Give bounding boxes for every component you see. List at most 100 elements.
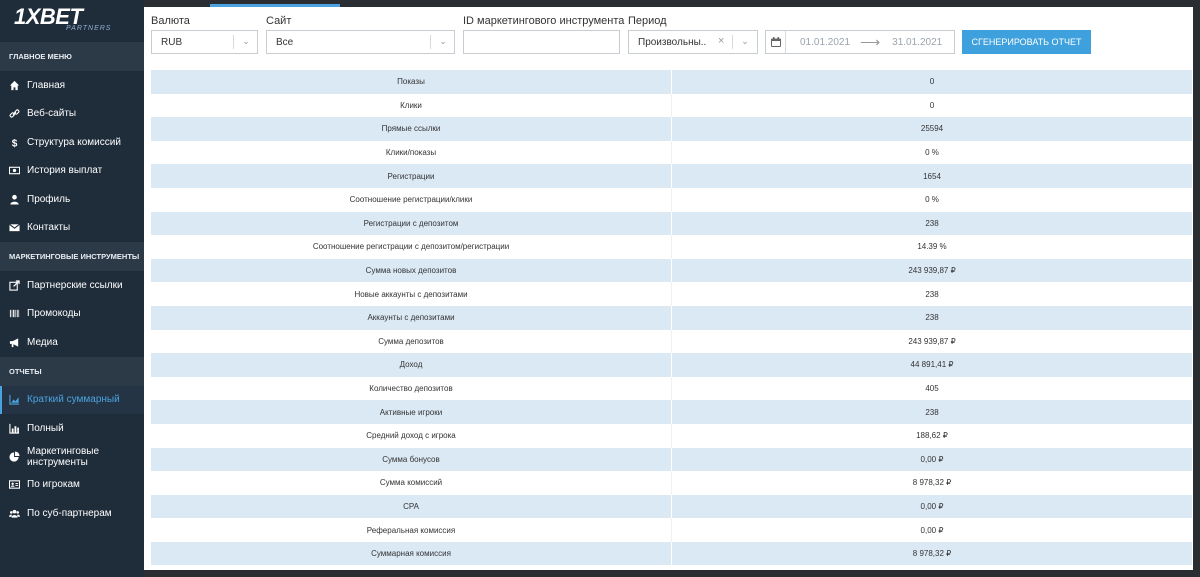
arrow-right-icon: ⟶ (860, 33, 881, 50)
metric-label: Соотношение регистрации/клики (151, 187, 672, 212)
sidebar-item-label: Структура комиссий (27, 136, 121, 148)
sidebar-item-label: Партнерские ссылки (27, 279, 123, 291)
generate-report-button[interactable]: СГЕНЕРИРОВАТЬ ОТЧЕТ (962, 30, 1091, 54)
sidebar-item-area-chart[interactable]: Краткий суммарный (0, 385, 144, 414)
sidebar-item-id-card[interactable]: По игрокам (0, 471, 144, 500)
metric-value: 8 978,32 ₽ (912, 478, 952, 488)
sidebar-item-home[interactable]: Главная (0, 71, 144, 100)
bar-chart-icon (8, 422, 20, 434)
sidebar-item-label: По суб-партнерам (27, 507, 112, 519)
link-icon (8, 108, 20, 120)
site-value: Все (276, 36, 294, 48)
date-from[interactable]: 01.01.2021 (800, 37, 850, 48)
clear-icon[interactable]: × (718, 35, 724, 47)
main-panel: Валюта RUB ⌄ Сайт Все ⌄ ID маркетинговог… (144, 4, 1193, 570)
table-row: Активные игроки 238 (151, 400, 1192, 424)
table-row: Сумма депозитов 243 939,87 ₽ (151, 329, 1192, 354)
table-row: Сумма новых депозитов 243 939,87 ₽ (151, 258, 1192, 283)
metric-label: Показы (151, 70, 672, 94)
metric-label: CPA (151, 494, 672, 519)
metric-value: 243 939,87 ₽ (908, 266, 956, 276)
metric-value: 0 % (925, 195, 939, 205)
metric-value: 0 % (925, 148, 939, 158)
megaphone-icon (8, 336, 20, 348)
table-row: Сумма бонусов 0,00 ₽ (151, 447, 1192, 472)
period-select[interactable]: Произвольны.. × ⌄ (628, 30, 758, 54)
metric-label: Сумма комиссий (151, 471, 672, 495)
period-value: Произвольны.. (638, 36, 707, 48)
metric-value: 405 (925, 384, 939, 394)
metric-value: 44 891,41 ₽ (910, 360, 954, 370)
table-row: Показы 0 (151, 70, 1192, 94)
table-row: Количество депозитов 405 (151, 376, 1192, 401)
metric-label: Сумма новых депозитов (151, 258, 672, 283)
users-icon (8, 507, 20, 519)
period-label: Период (628, 15, 667, 27)
sidebar-item-link[interactable]: Веб-сайты (0, 100, 144, 129)
table-row: Реферальная комиссия 0,00 ₽ (151, 518, 1192, 542)
svg-text:$: $ (11, 138, 17, 147)
calendar-icon[interactable] (766, 31, 786, 53)
table-row: Аккаунты с депозитами 238 (151, 305, 1192, 330)
metric-value: 25594 (920, 124, 944, 134)
sidebar-item-users[interactable]: По суб-партнерам (0, 499, 144, 528)
metric-value: 14.39 % (917, 242, 947, 252)
logo[interactable]: 1XBET PARTNERS (0, 0, 144, 42)
table-row: Новые аккаунты с депозитами 238 (151, 282, 1192, 306)
sidebar-item-barcode[interactable]: Промокоды (0, 300, 144, 329)
sidebar-item-label: Промокоды (27, 308, 81, 320)
id-card-icon (8, 479, 20, 491)
sidebar-item-pie-chart[interactable]: Маркетинговые инструменты (0, 443, 144, 471)
site-select[interactable]: Все ⌄ (266, 30, 455, 54)
table-row: Клики/показы 0 % (151, 140, 1192, 165)
marketing-id-input[interactable] (463, 30, 620, 54)
metric-value: 238 (925, 289, 939, 299)
sidebar-item-label: Полный (27, 422, 64, 434)
metric-value: 0 (929, 77, 935, 87)
divider (430, 35, 431, 49)
sidebar-item-dollar[interactable]: $ Структура комиссий (0, 128, 144, 157)
sidebar-item-envelope[interactable]: Контакты (0, 214, 144, 243)
date-range-picker[interactable]: 01.01.2021 ⟶ 31.01.2021 (765, 30, 955, 54)
metric-label: Регистрации (151, 164, 672, 188)
metric-value: 0 (929, 100, 935, 110)
metric-value: 0,00 ₽ (920, 454, 944, 464)
currency-select[interactable]: RUB ⌄ (151, 30, 258, 54)
sidebar-item-bar-chart[interactable]: Полный (0, 414, 144, 443)
table-row: Доход 44 891,41 ₽ (151, 353, 1192, 377)
metric-label: Суммарная комиссия (151, 541, 672, 566)
sidebar-item-money[interactable]: История выплат (0, 157, 144, 186)
sidebar-item-label: Профиль (27, 193, 71, 205)
metric-value: 238 (925, 313, 939, 323)
sidebar-item-megaphone[interactable]: Медиа (0, 328, 144, 357)
metric-label: Активные игроки (151, 400, 672, 424)
metric-label: Сумма бонусов (151, 447, 672, 472)
metric-value: 1654 (923, 171, 941, 181)
site-label: Сайт (266, 15, 292, 27)
metric-label: Прямые ссылки (151, 117, 672, 141)
metric-value: 238 (925, 218, 939, 228)
sidebar-item-user[interactable]: Профиль (0, 185, 144, 214)
metric-value: 188,62 ₽ (916, 431, 948, 441)
logo-subtext: PARTNERS (66, 25, 112, 32)
filters-bar: Валюта RUB ⌄ Сайт Все ⌄ ID маркетинговог… (144, 7, 1193, 67)
sidebar-item-label: Контакты (27, 222, 71, 234)
section-reports: ОТЧЕТЫ (0, 356, 144, 386)
sidebar-item-label: Краткий суммарный (27, 394, 120, 406)
date-to[interactable]: 31.01.2021 (892, 37, 942, 48)
chevron-down-icon: ⌄ (242, 36, 250, 46)
marketing-id-label: ID маркетингового инструмента (463, 15, 625, 27)
money-icon (8, 165, 20, 177)
table-row: Соотношение регистрации/клики 0 % (151, 187, 1192, 212)
metric-label: Реферальная комиссия (151, 518, 672, 542)
sidebar-item-label: По игрокам (27, 479, 80, 491)
chevron-down-icon: ⌄ (741, 36, 749, 46)
sidebar-item-external-link[interactable]: Партнерские ссылки (0, 271, 144, 300)
dollar-icon: $ (8, 136, 20, 148)
metric-label: Средний доход с игрока (151, 423, 672, 448)
report-table: Показы 0 Клики 0 Прямые ссылки 25594 Клики/пок… (151, 70, 1192, 566)
metric-value: 8 978,32 ₽ (912, 549, 952, 559)
metric-label: Новые аккаунты с депозитами (151, 282, 672, 306)
metric-label: Доход (151, 353, 672, 377)
table-row: Соотношение регистрации с депозитом/реги… (151, 235, 1192, 259)
